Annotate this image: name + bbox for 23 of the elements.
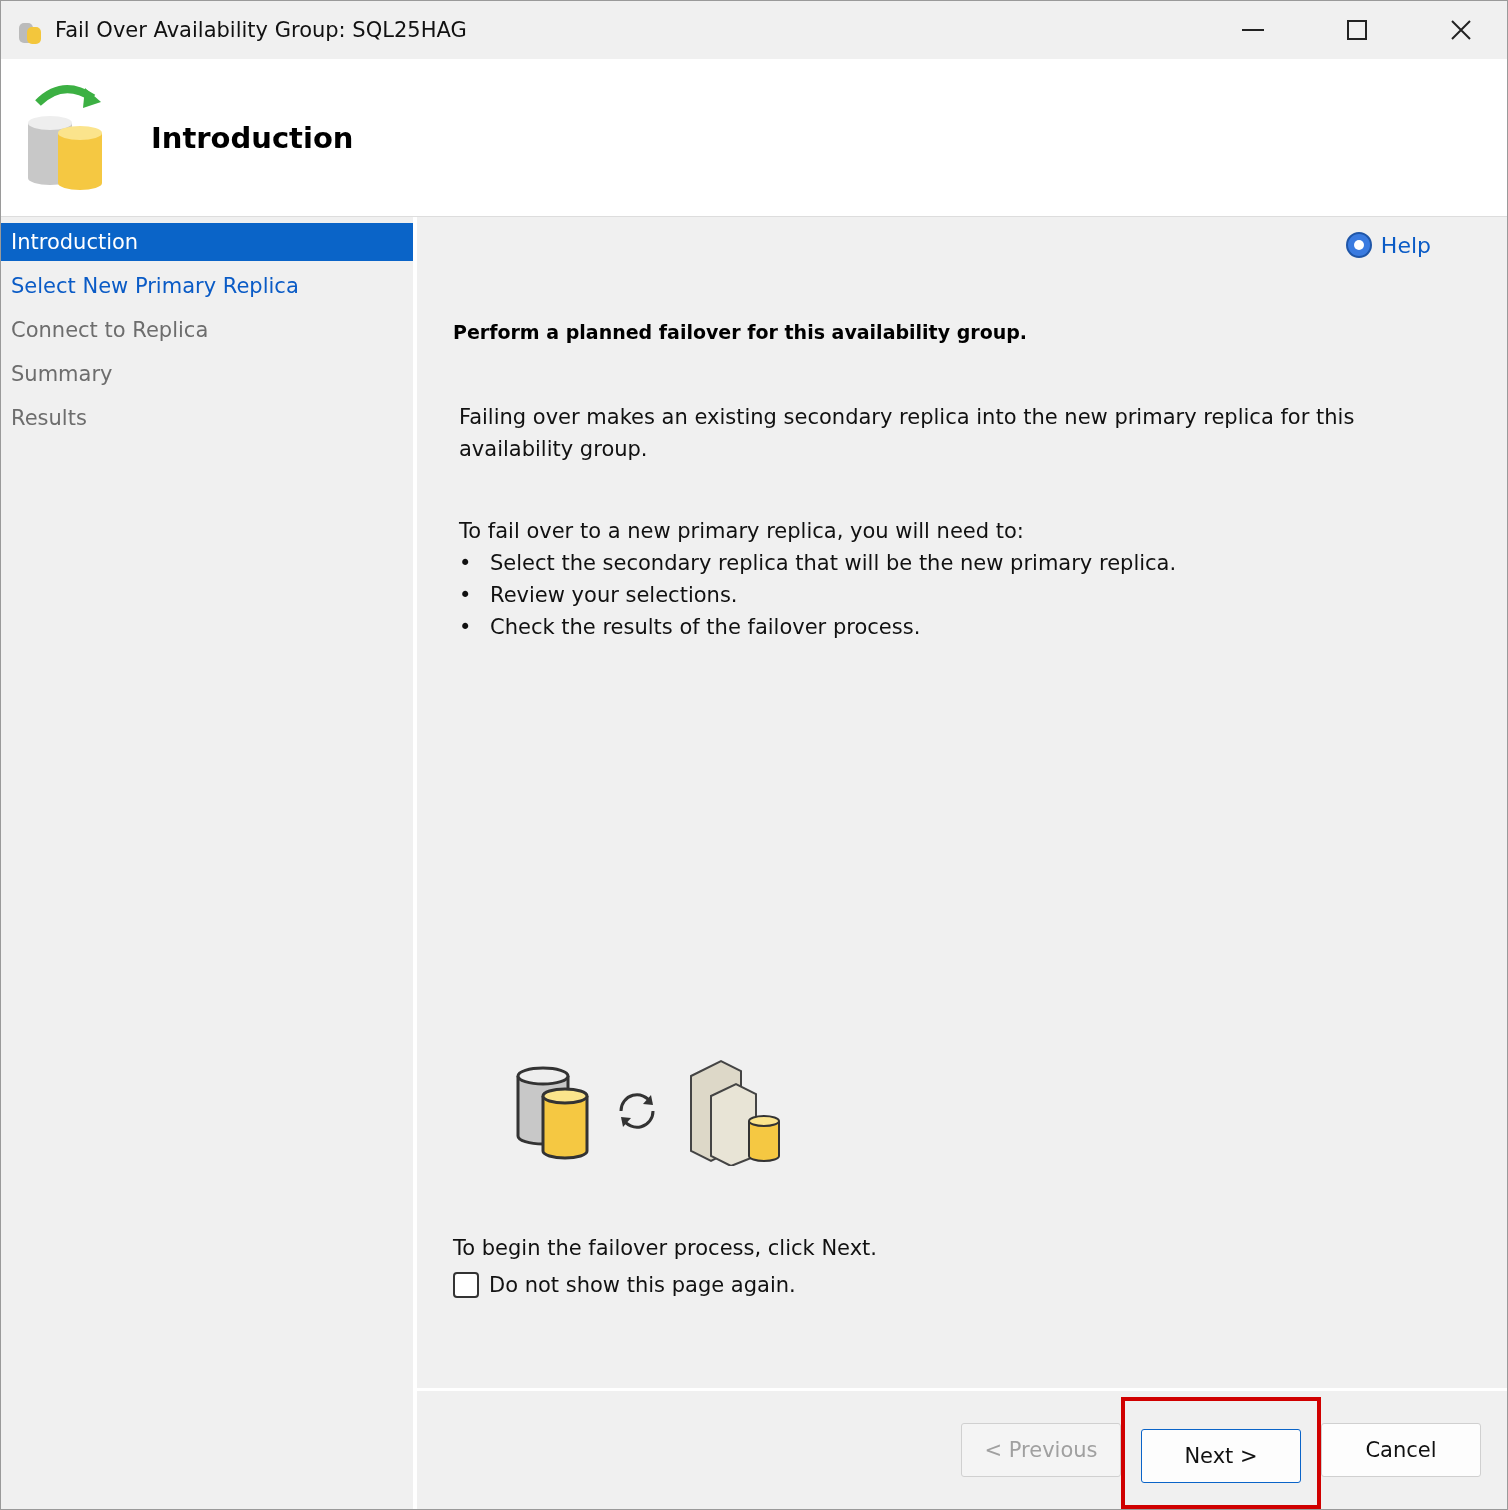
nav-item[interactable]: Introduction — [1, 223, 413, 261]
maximize-icon — [1347, 20, 1367, 40]
bullet: • — [459, 582, 473, 609]
bullet: • — [459, 614, 473, 641]
help-link[interactable]: Help — [1344, 231, 1431, 259]
close-icon — [1451, 20, 1471, 40]
checkbox[interactable] — [453, 1272, 479, 1298]
begin-instruction: To begin the failover process, click Next. — [453, 1236, 878, 1260]
bullet: • — [459, 550, 473, 577]
step-text: Review your selections. — [490, 582, 738, 609]
checkbox-label: Do not show this page again. — [489, 1273, 796, 1297]
wizard-button[interactable]: Next > — [1141, 1429, 1301, 1483]
nav-item[interactable]: Select New Primary Replica — [1, 267, 413, 305]
steps-intro: To fail over to a new primary replica, you will need to: — [459, 518, 1025, 545]
step-text: Select the secondary replica that will be the new primary replica. — [490, 550, 1177, 577]
intro-heading: Perform a planned failover for this availability group. — [453, 321, 1029, 343]
wizard-button[interactable]: Cancel — [1321, 1423, 1481, 1477]
minimize-icon — [1242, 29, 1264, 31]
description-text: Failing over makes an existing secondary replica into the new primary replica for this availability group. — [459, 404, 1356, 463]
step-text: Check the results of the failover process. — [490, 614, 921, 641]
help-icon — [1344, 231, 1373, 259]
window-title: Fail Over Availability Group: SQL25HAG — [55, 18, 468, 42]
page-title: Introduction — [151, 120, 354, 155]
